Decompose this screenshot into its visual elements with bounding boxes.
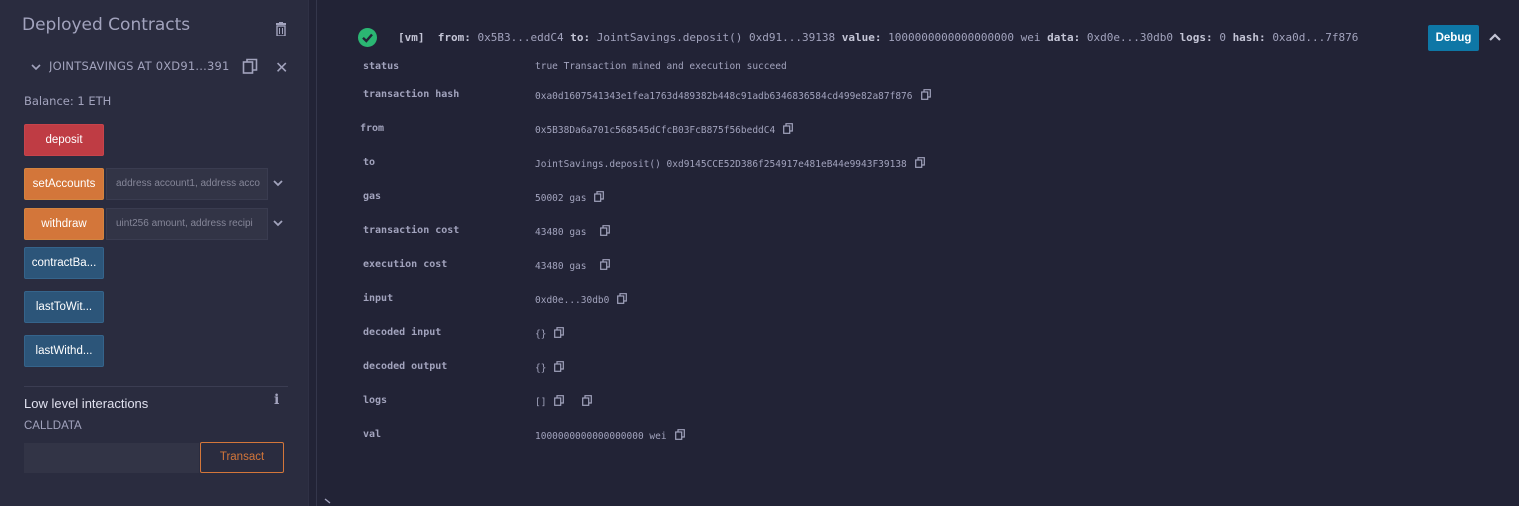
logs-detail-value: [] [535, 395, 593, 408]
from-detail-label: from [360, 123, 385, 134]
logs-label: logs: [1179, 31, 1213, 44]
low-level-title: Low level interactions [24, 396, 149, 411]
chevron-up-icon[interactable] [1488, 32, 1502, 42]
transact-button[interactable]: Transact [200, 442, 284, 473]
deposit-button[interactable]: deposit [24, 124, 104, 156]
terminal-prompt-icon [324, 498, 331, 504]
transaction-cost-value: 43480 gas [535, 225, 611, 238]
gas-value: 50002 gas [535, 191, 605, 204]
debug-button[interactable]: Debug [1428, 25, 1479, 51]
deployed-contracts-title: Deployed Contracts [22, 15, 191, 35]
input-label: input [363, 293, 394, 304]
gas-label: gas [363, 191, 382, 202]
transaction-cost-label: transaction cost [363, 225, 460, 236]
calldata-input[interactable] [24, 443, 199, 473]
value-value: 1000000000000000000 wei [888, 31, 1041, 44]
chevron-down-icon[interactable] [272, 218, 284, 228]
copy-icon[interactable] [554, 361, 565, 372]
copy-icon[interactable] [783, 123, 794, 134]
data-value: 0xd0e...30db0 [1086, 31, 1173, 44]
copy-icon[interactable] [242, 58, 258, 74]
val-label: val [363, 429, 382, 440]
decoded-output-label: decoded output [363, 361, 448, 372]
from-value: 0x5B3...eddC4 [477, 31, 564, 44]
copy-icon[interactable] [674, 429, 685, 440]
decoded-input-value: {} [535, 327, 565, 340]
copy-icon[interactable] [600, 225, 611, 236]
input-value: 0xd0e...30db0 [535, 293, 628, 306]
hash-value: 0xa0d...7f876 [1272, 31, 1359, 44]
resize-handle[interactable] [316, 0, 317, 506]
copy-icon[interactable] [594, 191, 605, 202]
last-withdraw-button[interactable]: lastWithd... [24, 335, 104, 367]
logs-value: 0 [1219, 31, 1226, 44]
value-label: value: [841, 31, 882, 44]
copy-icon[interactable] [582, 395, 593, 406]
copy-icon[interactable] [617, 293, 628, 304]
execution-cost-label: execution cost [363, 259, 448, 270]
copy-icon[interactable] [600, 259, 611, 270]
contract-name: JOINTSAVINGS AT 0XD91...39138 ( [49, 59, 229, 73]
data-label: data: [1047, 31, 1081, 44]
execution-cost-value: 43480 gas [535, 259, 611, 272]
copy-icon[interactable] [554, 327, 565, 338]
decoded-output-value: {} [535, 361, 565, 374]
divider [24, 386, 288, 387]
to-label: to: [570, 31, 591, 44]
vm-tag: [vm] [398, 31, 425, 44]
trash-icon[interactable] [274, 22, 288, 36]
transaction-hash-value: 0xa0d1607541343e1fea1763d489382b448c91ad… [535, 89, 931, 102]
to-detail-value: JointSavings.deposit() 0xd9145CCE52D386f… [535, 157, 925, 170]
from-detail-value: 0x5B38Da6a701c568545dCfcB03FcB875f56bedd… [535, 123, 794, 136]
transaction-summary[interactable]: [vm] from: 0x5B3...eddC4 to: JointSaving… [398, 31, 1358, 44]
decoded-input-label: decoded input [363, 327, 442, 338]
chevron-down-icon[interactable] [272, 178, 284, 188]
close-icon[interactable]: ✕ [275, 58, 288, 77]
success-check-icon [358, 28, 377, 47]
transaction-hash-label: transaction hash [363, 89, 460, 100]
contract-balance: Balance: 1 ETH [24, 94, 112, 108]
from-label: from: [437, 31, 471, 44]
chevron-down-icon[interactable] [30, 62, 42, 72]
info-icon[interactable]: i [274, 392, 279, 408]
withdraw-input[interactable]: uint256 amount, address recipi [106, 208, 268, 240]
copy-icon[interactable] [554, 395, 565, 406]
to-detail-label: to [363, 157, 376, 168]
val-value: 1000000000000000000 wei [535, 429, 685, 442]
set-accounts-button[interactable]: setAccounts [24, 168, 104, 200]
to-value: JointSavings.deposit() 0xd91...39138 [596, 31, 836, 44]
withdraw-button[interactable]: withdraw [24, 208, 104, 240]
set-accounts-input[interactable]: address account1, address acco [106, 168, 268, 200]
contract-balance-button[interactable]: contractBa... [24, 247, 104, 279]
last-to-withdraw-button[interactable]: lastToWit... [24, 291, 104, 323]
copy-icon[interactable] [914, 157, 925, 168]
status-value: true Transaction mined and execution suc… [535, 61, 787, 72]
hash-label: hash: [1232, 31, 1266, 44]
status-label: status [363, 61, 400, 72]
copy-icon[interactable] [920, 89, 931, 100]
logs-detail-label: logs [363, 395, 388, 406]
calldata-label: CALLDATA [24, 420, 82, 432]
